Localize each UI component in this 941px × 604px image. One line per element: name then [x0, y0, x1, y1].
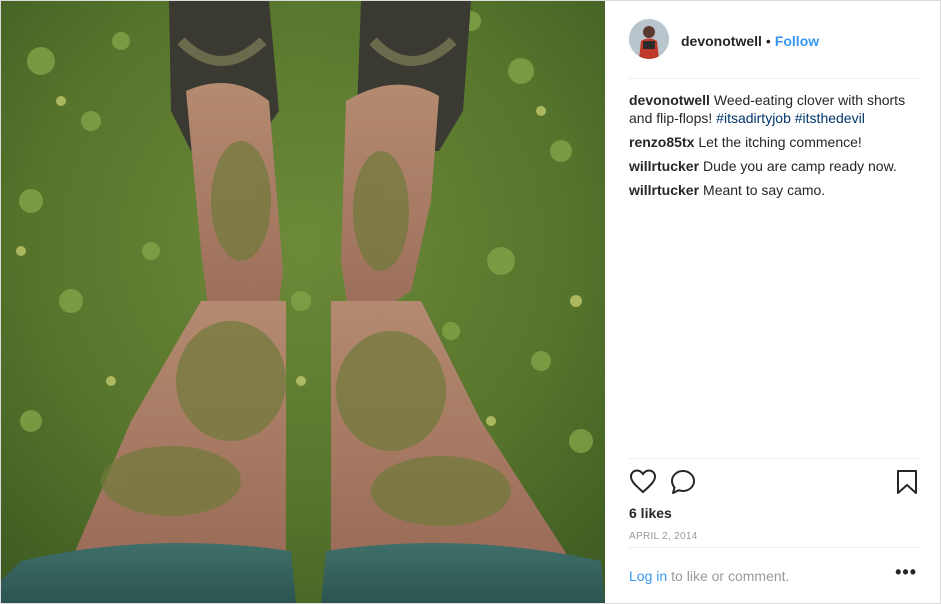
more-options-icon[interactable]: •••	[895, 562, 917, 583]
post-header: devonotwell • Follow	[629, 19, 919, 79]
follow-button[interactable]: Follow	[775, 33, 819, 49]
post-actions: 6 likes APRIL 2, 2014	[629, 458, 919, 542]
comment-text: Let the itching commence!	[698, 134, 862, 150]
comment-item: willrtucker Dude you are camp ready now.	[629, 157, 919, 175]
post-date: APRIL 2, 2014	[629, 531, 698, 542]
caption-username[interactable]: devonotwell	[629, 92, 710, 108]
login-prompt: to like or comment.	[671, 567, 790, 584]
post-image	[1, 1, 605, 603]
header-separator: •	[765, 33, 771, 49]
comment-text: Dude you are camp ready now.	[703, 158, 897, 174]
comment-text: Meant to say camo.	[703, 182, 826, 198]
login-link[interactable]: Log in	[629, 568, 667, 584]
comment-username[interactable]: renzo85tx	[629, 134, 694, 150]
heart-icon[interactable]	[629, 468, 657, 496]
action-icons	[629, 459, 919, 503]
post-side-panel: devonotwell • Follow devonotwell Weed-eat…	[605, 1, 940, 603]
comment-item: renzo85tx Let the itching commence!	[629, 133, 919, 151]
comment-username[interactable]: willrtucker	[629, 158, 699, 174]
login-bar: Log in to like or comment. •••	[629, 547, 919, 603]
header-username[interactable]: devonotwell	[681, 33, 762, 49]
bookmark-icon[interactable]	[893, 468, 921, 496]
post-container: devonotwell • Follow devonotwell Weed-eat…	[0, 0, 941, 604]
comment-bubble-icon[interactable]	[669, 468, 697, 496]
comment-username[interactable]: willrtucker	[629, 182, 699, 198]
post-photo[interactable]	[1, 1, 605, 603]
comments-list: devonotwell Weed-eating clover with short…	[629, 91, 919, 205]
hashtag-link[interactable]: #itsthedevil	[795, 110, 865, 126]
avatar[interactable]	[629, 19, 669, 59]
comment-item: willrtucker Meant to say camo.	[629, 181, 919, 199]
hashtag-link[interactable]: #itsadirtyjob	[716, 110, 791, 126]
likes-count[interactable]: 6 likes	[629, 505, 919, 521]
caption: devonotwell Weed-eating clover with short…	[629, 91, 919, 127]
